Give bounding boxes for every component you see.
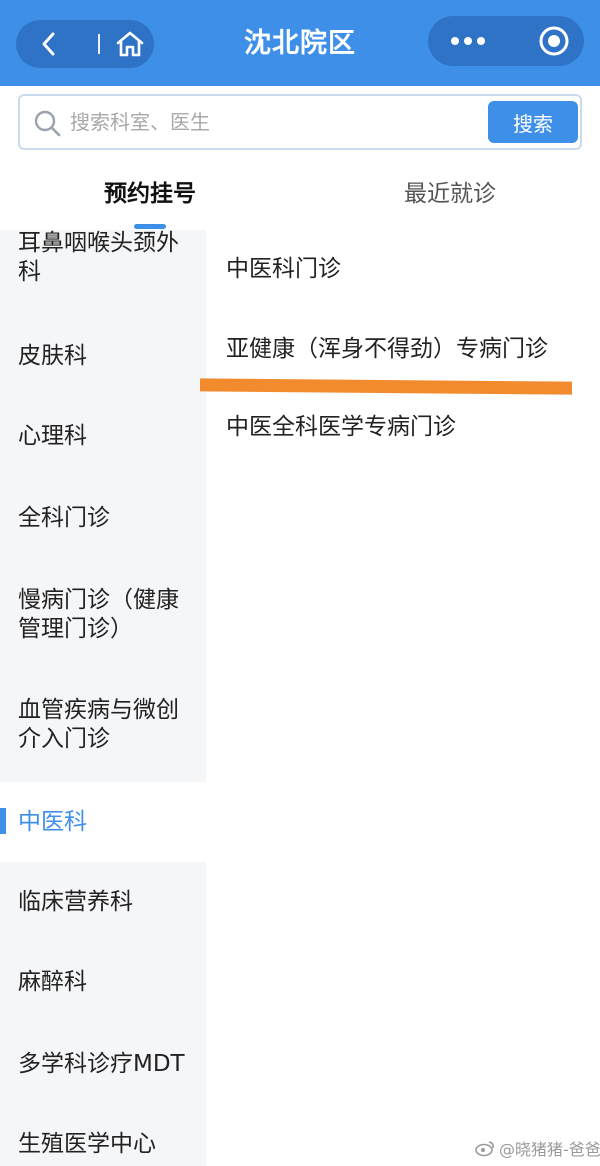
sidebar-item-anesthesiology[interactable]: 麻醉科: [0, 944, 206, 1020]
sidebar-item-ent[interactable]: 耳鼻咽喉头颈外科: [0, 230, 206, 290]
back-button[interactable]: [16, 20, 82, 68]
page-title: 沈北院区: [244, 28, 356, 59]
search-bar: 搜索: [0, 86, 600, 156]
sidebar-item-label: 多学科诊疗MDT: [18, 1050, 185, 1077]
miniprogram-capsule: [428, 16, 584, 66]
chevron-left-icon: [42, 32, 55, 56]
sidebar-item-label: 慢病门诊（健康管理门诊）: [18, 587, 179, 642]
weibo-logo-icon: [475, 1141, 494, 1157]
tab-appointment[interactable]: 预约挂号: [60, 174, 240, 214]
sidebar-item-mdt[interactable]: 多学科诊疗MDT: [0, 1026, 206, 1102]
search-icon: [34, 110, 61, 137]
watermark: @晓猪猪-爸爸: [474, 1136, 600, 1160]
sidebar-item-label: 生殖医学中心: [18, 1130, 156, 1157]
sidebar-item-label: 临床营养科: [18, 888, 133, 915]
active-item-indicator: [0, 808, 6, 834]
active-tab-indicator: [134, 224, 166, 229]
sidebar-item-label: 中医科: [18, 808, 87, 835]
clinic-list: 中医科门诊 亚健康（浑身不得劲）专病门诊 中医全科医学专病门诊: [206, 230, 600, 1166]
watermark-text: @晓猪猪-爸爸: [499, 1140, 600, 1159]
sidebar-item-chronic-disease[interactable]: 慢病门诊（健康管理门诊）: [0, 574, 206, 656]
sidebar-item-label: 麻醉科: [18, 968, 87, 995]
sidebar-item-label: 心理科: [18, 422, 87, 449]
close-circle-icon: [539, 26, 569, 56]
search-box: 搜索: [18, 94, 582, 150]
list-item-tcm-general-clinic[interactable]: 中医全科医学专病门诊: [226, 412, 456, 442]
more-dots-icon: [451, 37, 485, 45]
top-nav-bar: 沈北院区: [0, 0, 600, 86]
sidebar-item-reproductive[interactable]: 生殖医学中心: [0, 1106, 206, 1166]
sidebar-item-label: 血管疾病与微创介入门诊: [18, 697, 179, 752]
home-icon: [116, 31, 144, 57]
sidebar-item-psychology[interactable]: 心理科: [0, 398, 206, 474]
sidebar-item-nutrition[interactable]: 临床营养科: [0, 864, 206, 940]
sidebar-item-label: 皮肤科: [18, 342, 87, 369]
sidebar-item-tcm[interactable]: 中医科: [0, 782, 206, 862]
tab-recent-visits[interactable]: 最近就诊: [360, 174, 540, 214]
search-button[interactable]: 搜索: [488, 101, 578, 143]
sidebar-item-label: 全科门诊: [18, 504, 110, 531]
sidebar-item-vascular[interactable]: 血管疾病与微创介入门诊: [0, 684, 206, 766]
tab-bar: 预约挂号 最近就诊: [0, 156, 600, 230]
more-button[interactable]: [428, 16, 508, 66]
sidebar-item-label: 耳鼻咽喉头颈外科: [18, 230, 179, 285]
nav-capsule: [16, 20, 154, 68]
sidebar-item-dermatology[interactable]: 皮肤科: [0, 318, 206, 394]
search-input[interactable]: [70, 104, 470, 140]
list-item-tcm-clinic[interactable]: 中医科门诊: [226, 254, 341, 284]
department-sidebar: 耳鼻咽喉头颈外科 皮肤科 心理科 全科门诊 慢病门诊（健康管理门诊） 血管疾病与…: [0, 230, 206, 1166]
list-item-subhealth-clinic[interactable]: 亚健康（浑身不得劲）专病门诊: [226, 334, 548, 364]
sidebar-item-general-clinic[interactable]: 全科门诊: [0, 480, 206, 556]
capsule-divider: [98, 34, 100, 54]
home-button[interactable]: [110, 20, 150, 68]
close-button[interactable]: [524, 16, 584, 66]
